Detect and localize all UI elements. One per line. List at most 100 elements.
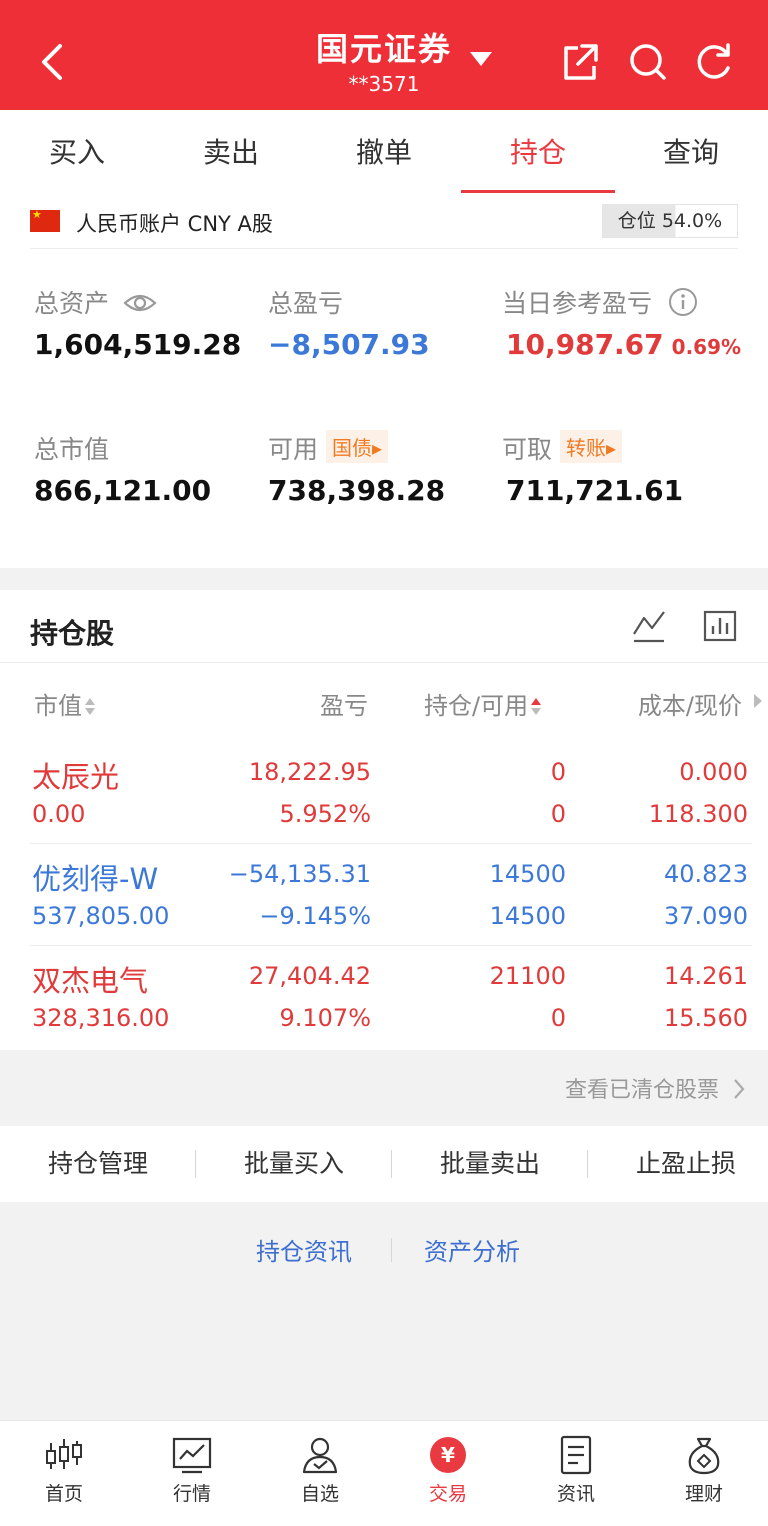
eye-icon[interactable]: [123, 292, 157, 314]
bar-chart-icon[interactable]: [702, 608, 738, 644]
app-header: 国元证券 **3571: [0, 0, 768, 110]
transfer-tag[interactable]: 转账▸: [560, 430, 623, 463]
holdings-title: 持仓股: [30, 617, 115, 650]
stock-name: 太辰光: [32, 760, 120, 794]
stock-price: 15.560: [664, 1004, 748, 1032]
person-check-icon: [302, 1437, 338, 1474]
column-profit-loss[interactable]: 盈亏: [320, 686, 368, 721]
stock-pl-percent: −9.145%: [259, 902, 371, 930]
market-value-value: 866,121.00: [34, 474, 212, 507]
stock-available: 0: [550, 1004, 566, 1032]
batch-buy-button[interactable]: 批量买入: [196, 1126, 392, 1202]
chart-icon: [172, 1437, 212, 1474]
tab-cancel[interactable]: 撤单: [307, 110, 461, 196]
total-assets-value: 1,604,519.28: [34, 328, 242, 361]
nav-trade[interactable]: ¥ 交易: [384, 1421, 512, 1526]
stock-pl-percent: 9.107%: [279, 1004, 371, 1032]
withdrawable-label: 可取 转账▸: [502, 430, 623, 466]
batch-sell-button[interactable]: 批量卖出: [392, 1126, 588, 1202]
stock-price: 37.090: [664, 902, 748, 930]
available-label: 可用 国债▸: [268, 430, 389, 466]
withdrawable-value: 711,721.61: [506, 474, 684, 507]
china-flag-icon: ★: [30, 208, 60, 232]
stock-position: 14500: [489, 860, 566, 888]
stock-available: 14500: [489, 902, 566, 930]
daily-pl-label: 当日参考盈亏: [502, 284, 698, 320]
stock-pl: −54,135.31: [228, 860, 371, 888]
account-summary: ★ 人民币账户 CNY A股 仓位 54.0% 总资产 1,604,519.28…: [0, 196, 768, 568]
position-ratio-badge: 仓位 54.0%: [602, 204, 738, 238]
chevron-right-icon: [734, 1079, 745, 1099]
sort-ascending-icon: [530, 698, 542, 716]
column-cost-price[interactable]: 成本/现价: [638, 686, 742, 721]
stock-name: 双杰电气: [32, 964, 149, 998]
account-type-row: ★ 人民币账户 CNY A股 仓位 54.0%: [0, 196, 768, 248]
stock-pl: 18,222.95: [248, 758, 371, 786]
daily-pl-value: 10,987.67 0.69%: [506, 328, 742, 361]
stock-name: 优刻得-W: [32, 862, 159, 896]
refresh-icon[interactable]: [694, 40, 734, 84]
divider: [30, 248, 738, 249]
treasury-bond-tag[interactable]: 国债▸: [326, 430, 389, 463]
stock-pl: 27,404.42: [248, 962, 371, 990]
sort-icon: [84, 698, 96, 716]
take-profit-stop-loss-button[interactable]: 止盈止损: [588, 1126, 768, 1202]
position-management-button[interactable]: 持仓管理: [0, 1126, 196, 1202]
stock-cost: 40.823: [664, 860, 748, 888]
candlestick-icon: [46, 1439, 82, 1469]
dropdown-triangle-icon[interactable]: [470, 52, 492, 66]
view-cleared-stocks-link[interactable]: 查看已清仓股票: [565, 1072, 746, 1104]
holding-actions-bar: 持仓管理 批量买入 批量卖出 止盈止损: [0, 1126, 768, 1202]
stock-available: 0: [550, 800, 566, 828]
bottom-navigation: 首页 行情 自选 ¥ 交易 资讯 理财: [0, 1420, 768, 1526]
nav-watchlist[interactable]: 自选: [256, 1421, 384, 1526]
stock-pl-percent: 5.952%: [279, 800, 371, 828]
total-pl-value: −8,507.93: [268, 328, 430, 361]
nav-label: 自选: [300, 1483, 339, 1505]
holdings-panel: 持仓股 市值 盈亏 持仓/可用 成本/现价 太辰光 0.00 18,222.95…: [0, 590, 768, 1050]
more-columns-icon[interactable]: [754, 694, 762, 708]
daily-pl-percent: 0.69%: [671, 335, 742, 359]
stock-cost: 0.000: [679, 758, 748, 786]
nav-label: 首页: [44, 1483, 83, 1505]
table-row[interactable]: 双杰电气 328,316.00 27,404.42 9.107% 21100 0…: [0, 946, 768, 1048]
nav-label: 行情: [172, 1483, 211, 1505]
money-bag-icon: [688, 1437, 720, 1475]
market-value-label: 总市值: [34, 435, 110, 464]
tab-holdings[interactable]: 持仓: [461, 110, 615, 196]
trade-tabs: 买入 卖出 撤单 持仓 查询: [0, 110, 768, 196]
nav-label: 资讯: [556, 1483, 595, 1505]
holding-news-link[interactable]: 持仓资讯: [256, 1232, 352, 1267]
trend-chart-icon[interactable]: [632, 608, 666, 644]
account-label: 人民币账户 CNY A股: [76, 212, 273, 236]
column-market-value[interactable]: 市值: [34, 686, 96, 721]
available-value: 738,398.28: [268, 474, 446, 507]
column-position-available[interactable]: 持仓/可用: [424, 686, 542, 721]
table-row[interactable]: 优刻得-W 537,805.00 −54,135.31 −9.145% 1450…: [0, 844, 768, 946]
search-icon[interactable]: [628, 40, 668, 84]
share-icon[interactable]: [560, 40, 600, 84]
total-assets-label: 总资产: [34, 284, 157, 320]
info-links: 持仓资讯 资产分析: [0, 1232, 768, 1272]
svg-text:¥: ¥: [441, 1443, 455, 1467]
nav-wealth[interactable]: 理财: [640, 1421, 768, 1526]
stock-market-value: 328,316.00: [32, 1004, 170, 1032]
total-pl-label: 总盈亏: [268, 289, 344, 318]
document-icon: [560, 1435, 592, 1475]
nav-home[interactable]: 首页: [0, 1421, 128, 1526]
nav-label: 理财: [684, 1483, 723, 1505]
tab-query[interactable]: 查询: [614, 110, 768, 196]
stock-cost: 14.261: [664, 962, 748, 990]
table-row[interactable]: 太辰光 0.00 18,222.95 5.952% 0 0 0.000 118.…: [0, 742, 768, 844]
tab-buy[interactable]: 买入: [0, 110, 154, 196]
yuan-icon: ¥: [430, 1437, 466, 1473]
tab-sell[interactable]: 卖出: [154, 110, 308, 196]
nav-market[interactable]: 行情: [128, 1421, 256, 1526]
nav-news[interactable]: 资讯: [512, 1421, 640, 1526]
stock-market-value: 0.00: [32, 800, 86, 828]
info-icon[interactable]: [668, 287, 698, 317]
asset-analysis-link[interactable]: 资产分析: [424, 1232, 520, 1267]
divider: [391, 1238, 392, 1262]
stock-position: 21100: [489, 962, 566, 990]
stock-position: 0: [550, 758, 566, 786]
